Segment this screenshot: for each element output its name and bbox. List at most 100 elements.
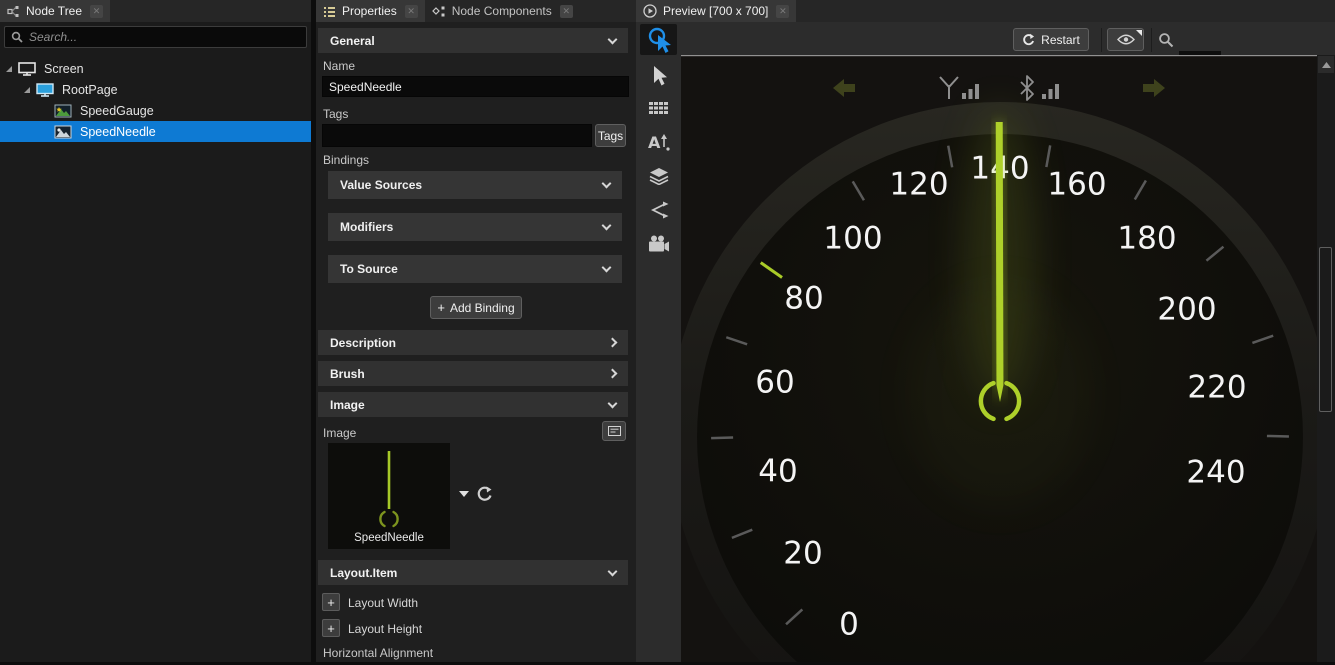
tool-text[interactable]: A [640,128,677,156]
preview-scrollbar[interactable] [1317,55,1335,662]
tool-select[interactable] [640,62,677,90]
panel-lines-icon [608,426,621,436]
node-tree-icon [7,5,20,18]
pointer-click-icon [646,26,672,54]
zoom-magnifier-icon [1158,32,1174,48]
thumbnail-caption: SpeedNeedle [328,532,450,544]
group-label: To Source [340,262,398,276]
section-label: Layout.Item [330,566,397,580]
properties-tabbar: Properties ✕ Node Components ✕ [316,0,636,22]
chevron-down-icon [608,34,618,44]
reset-icon[interactable] [476,485,493,502]
tags-label: Tags [323,107,348,121]
visibility-button[interactable] [1107,28,1144,51]
gauge-label-220: 220 [1187,370,1246,406]
preview-canvas[interactable]: 020406080100120140160180200220240 [681,55,1317,662]
eye-icon [1117,34,1135,45]
name-field[interactable] [322,76,629,97]
section-label: General [330,34,375,48]
plus-icon: + [437,300,445,315]
tab-node-components[interactable]: Node Components ✕ [425,0,580,22]
dropdown-corner-marker [1136,30,1142,36]
close-icon[interactable]: ✕ [405,5,418,18]
image-panel-button[interactable] [602,421,626,441]
tool-pointer-click[interactable] [640,24,677,55]
chevron-down-icon [608,398,618,408]
cursor-icon [650,65,668,87]
tab-preview[interactable]: Preview [700 x 700] ✕ [636,0,796,22]
gauge-minor-tick [711,437,733,438]
tab-properties[interactable]: Properties ✕ [316,0,425,22]
tags-field[interactable] [322,124,592,147]
node-tree-tabbar: Node Tree ✕ [0,0,311,22]
properties-panel: Properties ✕ Node Components ✕ General N… [316,0,636,662]
restart-button[interactable]: Restart [1013,28,1089,51]
tree-item-rootpage[interactable]: RootPage [0,79,311,100]
binding-group-value-sources[interactable]: Value Sources [328,171,622,199]
tool-layers[interactable] [640,162,677,190]
add-layout-width-button[interactable]: + [322,593,340,611]
tree-item-label: RootPage [62,83,118,97]
tree-item-label: SpeedGauge [80,104,154,118]
close-icon[interactable]: ✕ [776,5,789,18]
section-header-description[interactable]: Description [318,330,628,355]
group-label: Value Sources [340,178,422,192]
add-binding-button[interactable]: + Add Binding [430,296,522,319]
expander-icon[interactable] [24,87,30,93]
close-icon[interactable]: ✕ [90,5,103,18]
camera-icon [648,235,670,253]
tool-camera[interactable] [640,230,677,258]
tags-button[interactable]: Tags [595,124,626,147]
tool-branch[interactable] [640,196,677,224]
tab-label: Node Tree [26,4,82,18]
tool-grid[interactable] [640,95,677,123]
gauge-label-60: 60 [755,365,794,401]
node-tree-panel: Node Tree ✕ Screen RootPage SpeedGauge Spee… [0,0,311,662]
binding-group-modifiers[interactable]: Modifiers [328,213,622,241]
toolbar-separator [1151,28,1152,52]
tags-button-label: Tags [598,129,623,143]
section-header-brush[interactable]: Brush [318,361,628,386]
node-components-icon [432,5,446,18]
gauge-label-80: 80 [784,281,823,317]
grid-icon [649,102,669,117]
add-layout-height-button[interactable]: + [322,619,340,637]
text-tool-icon: A [648,133,670,151]
tree-item-speedneedle[interactable]: SpeedNeedle [0,121,311,142]
gauge-label-0: 0 [839,607,859,643]
scroll-up-button[interactable] [1318,56,1334,73]
search-input[interactable] [29,30,300,44]
section-label: Image [330,398,365,412]
group-label: Modifiers [340,220,393,234]
bindings-label: Bindings [323,153,369,167]
close-icon[interactable]: ✕ [560,5,573,18]
image-thumbnail[interactable]: SpeedNeedle [328,443,450,549]
tab-node-tree[interactable]: Node Tree ✕ [0,0,110,22]
node-tree-list: Screen RootPage SpeedGauge SpeedNeedle [0,58,311,142]
branch-arrows-icon [649,201,669,219]
section-label: Brush [330,367,365,381]
section-header-image[interactable]: Image [318,392,628,417]
gauge-label-240: 240 [1186,455,1245,491]
name-label: Name [323,59,355,73]
horizontal-alignment-label: Horizontal Alignment [323,646,433,660]
section-header-layout-item[interactable]: Layout.Item [318,560,628,585]
tab-label: Properties [342,4,397,18]
preview-content-top-edge [681,55,1317,56]
section-header-general[interactable]: General [318,28,628,53]
gauge-label-100: 100 [823,221,882,257]
image-dropdown-caret[interactable] [459,491,469,497]
expander-icon[interactable] [6,66,12,72]
page-icon [36,83,54,97]
layers-icon [648,167,670,185]
binding-group-to-source[interactable]: To Source [328,255,622,283]
layout-height-label: Layout Height [348,622,422,636]
chevron-right-icon [608,369,618,379]
tree-item-speedgauge[interactable]: SpeedGauge [0,100,311,121]
gauge-label-160: 160 [1047,167,1106,203]
scrollbar-thumb[interactable] [1319,247,1332,412]
gauge-needle [996,122,1004,402]
svg-text:A: A [648,133,661,151]
search-box[interactable] [4,26,307,48]
tree-item-screen[interactable]: Screen [0,58,311,79]
